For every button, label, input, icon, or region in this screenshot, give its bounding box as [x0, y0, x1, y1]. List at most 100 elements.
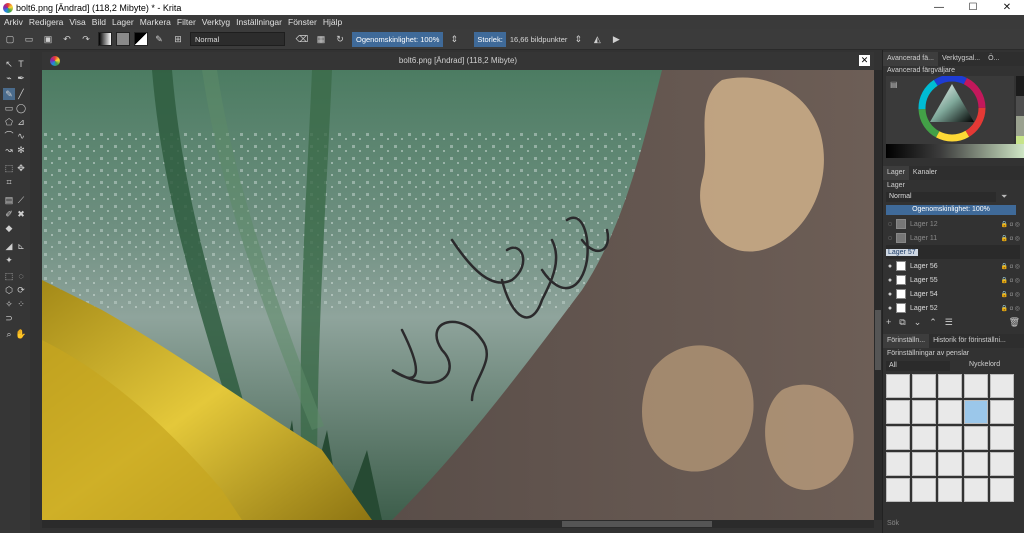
- calligraphy-icon[interactable]: ✒: [15, 72, 27, 84]
- tab-advanced-color[interactable]: Avancerad fä...: [883, 52, 938, 66]
- layer-name-edit-field[interactable]: Lager 57: [886, 248, 918, 256]
- close-window-button[interactable]: ✕: [990, 0, 1024, 15]
- preset-search-field[interactable]: Sök: [887, 520, 899, 527]
- brush-preset-icon[interactable]: ✎: [152, 32, 166, 46]
- zoom-tool-icon[interactable]: ⌕: [3, 328, 15, 340]
- horizontal-scroll-thumb[interactable]: [562, 521, 712, 527]
- duplicate-layer-icon[interactable]: ⧉: [899, 317, 905, 328]
- brush-preset-tile[interactable]: [938, 452, 962, 476]
- brush-preset-tile[interactable]: [912, 452, 936, 476]
- assistant-tool-icon[interactable]: ◢: [3, 240, 15, 252]
- layer-blend-mode-select[interactable]: Normal: [886, 192, 996, 202]
- close-document-button[interactable]: ✕: [859, 55, 870, 66]
- maximize-button[interactable]: ☐: [956, 0, 990, 15]
- visibility-icon[interactable]: ●: [886, 305, 894, 312]
- brush-preset-tile[interactable]: [990, 400, 1014, 424]
- menu-redigera[interactable]: Redigera: [29, 17, 64, 27]
- minimize-button[interactable]: —: [922, 0, 956, 15]
- brush-preset-tile[interactable]: [938, 400, 962, 424]
- brush-preset-tile[interactable]: [964, 426, 988, 450]
- polygon-tool-icon[interactable]: ⬠: [3, 116, 15, 128]
- smart-patch-icon[interactable]: ✖: [15, 208, 27, 220]
- move-tool-icon[interactable]: ✥: [15, 162, 27, 174]
- gradient-swatch[interactable]: [98, 32, 112, 46]
- brush-size-slider[interactable]: Storlek: 16,66 bildpunkter: [474, 31, 571, 47]
- undo-icon[interactable]: ↶: [60, 32, 74, 46]
- layer-row[interactable]: ● Lager 55 🔒 α ◎: [886, 273, 1020, 287]
- pan-tool-icon[interactable]: ✋: [15, 328, 27, 340]
- dynamic-brush-icon[interactable]: ↝: [3, 144, 15, 156]
- mirror-horizontal-icon[interactable]: ◭: [590, 32, 604, 46]
- layer-lock-icon[interactable]: 🔒 α ◎: [1000, 235, 1020, 242]
- layer-row[interactable]: ◌ Lager 11 🔒 α ◎: [886, 231, 1020, 245]
- layer-lock-icon[interactable]: 🔒 α ◎: [1000, 291, 1020, 298]
- opacity-spinner-icon[interactable]: ⇕: [447, 32, 461, 46]
- layer-opacity-slider[interactable]: Ogenomskinlighet: 100%: [886, 205, 1016, 215]
- brush-preset-tile[interactable]: [990, 374, 1014, 398]
- freehand-brush-icon[interactable]: ✎: [3, 88, 15, 100]
- layer-lock-icon[interactable]: 🔒 α ◎: [1000, 277, 1020, 284]
- bezier-select-icon[interactable]: ⊃: [3, 312, 15, 324]
- brush-preset-tile-selected[interactable]: [964, 400, 988, 424]
- redo-icon[interactable]: ↷: [79, 32, 93, 46]
- pattern-swatch[interactable]: [116, 32, 130, 46]
- menu-lager[interactable]: Lager: [112, 17, 134, 27]
- fg-bg-color-swatch[interactable]: [134, 32, 148, 46]
- layer-properties-icon[interactable]: ☰: [945, 317, 953, 328]
- polygon-select-icon[interactable]: ⬡: [3, 284, 15, 296]
- blend-mode-select[interactable]: Normal: [190, 32, 285, 46]
- polyline-tool-icon[interactable]: ⊿: [15, 116, 27, 128]
- layer-lock-icon[interactable]: 🔒 α ◎: [1000, 305, 1020, 312]
- brush-preset-tile[interactable]: [964, 452, 988, 476]
- text-tool-icon[interactable]: T: [15, 58, 27, 70]
- layer-lock-icon[interactable]: 🔒 α ◎: [1000, 221, 1020, 228]
- menu-bild[interactable]: Bild: [92, 17, 106, 27]
- preset-tag-field[interactable]: Nyckelord: [969, 361, 1000, 368]
- layer-row[interactable]: ● Lager 56 🔒 α ◎: [886, 259, 1020, 273]
- tab-brush-presets[interactable]: Förinställn...: [883, 334, 930, 348]
- multibrush-icon[interactable]: ✻: [15, 144, 27, 156]
- rect-select-icon[interactable]: ⬚: [3, 270, 15, 282]
- visibility-off-icon[interactable]: ◌: [886, 221, 894, 228]
- new-document-icon[interactable]: ▢: [3, 32, 17, 46]
- layer-lock-icon[interactable]: 🔒 α ◎: [1000, 263, 1020, 270]
- horizontal-scrollbar[interactable]: [42, 520, 874, 528]
- select-shapes-icon[interactable]: ↖: [3, 58, 15, 70]
- fill-tool-icon[interactable]: ◆: [3, 222, 15, 234]
- brush-preset-tile[interactable]: [886, 426, 910, 450]
- layer-row-rename[interactable]: Lager 57: [886, 245, 1020, 259]
- move-layer-down-icon[interactable]: ⌄: [914, 317, 922, 328]
- menu-arkiv[interactable]: Arkiv: [4, 17, 23, 27]
- vertical-scroll-thumb[interactable]: [875, 310, 881, 370]
- shade-selector[interactable]: [886, 144, 1024, 158]
- mirror-vertical-icon[interactable]: ▶: [609, 32, 623, 46]
- rectangle-tool-icon[interactable]: ▭: [3, 102, 15, 114]
- save-icon[interactable]: ▣: [41, 32, 55, 46]
- opacity-slider[interactable]: Ogenomskinlighet: 100%: [352, 31, 444, 47]
- brush-preset-tile[interactable]: [912, 426, 936, 450]
- bezier-tool-icon[interactable]: ⌒: [3, 130, 15, 142]
- colorize-mask-icon[interactable]: ✐: [3, 208, 15, 220]
- add-layer-icon[interactable]: +: [886, 317, 891, 327]
- delete-layer-icon[interactable]: 🗑: [1009, 317, 1020, 328]
- tab-overview[interactable]: Ö...: [984, 52, 1003, 66]
- brush-preset-tile[interactable]: [990, 452, 1014, 476]
- tab-tool-options[interactable]: Verktygsal...: [938, 52, 984, 66]
- color-sampler-icon[interactable]: ⟋: [15, 194, 27, 206]
- menu-verktyg[interactable]: Verktyg: [202, 17, 230, 27]
- reference-tool-icon[interactable]: ✦: [3, 254, 15, 266]
- tab-layers[interactable]: Lager: [883, 166, 909, 180]
- menu-visa[interactable]: Visa: [69, 17, 85, 27]
- size-spinner-icon[interactable]: ⇕: [571, 32, 585, 46]
- transform-tool-icon[interactable]: ⬚: [3, 162, 15, 174]
- menu-hjalp[interactable]: Hjälp: [323, 17, 342, 27]
- open-folder-icon[interactable]: ▭: [22, 32, 36, 46]
- brush-preset-tile[interactable]: [938, 426, 962, 450]
- brush-preset-tile[interactable]: [886, 452, 910, 476]
- brush-editor-icon[interactable]: ⊞: [171, 32, 185, 46]
- freehand-path-icon[interactable]: ∿: [15, 130, 27, 142]
- layer-row[interactable]: ◌ Lager 12 🔒 α ◎: [886, 217, 1020, 231]
- vertical-scrollbar[interactable]: [874, 70, 882, 520]
- layer-row[interactable]: ● Lager 54 🔒 α ◎: [886, 287, 1020, 301]
- reload-preset-icon[interactable]: ↻: [333, 32, 347, 46]
